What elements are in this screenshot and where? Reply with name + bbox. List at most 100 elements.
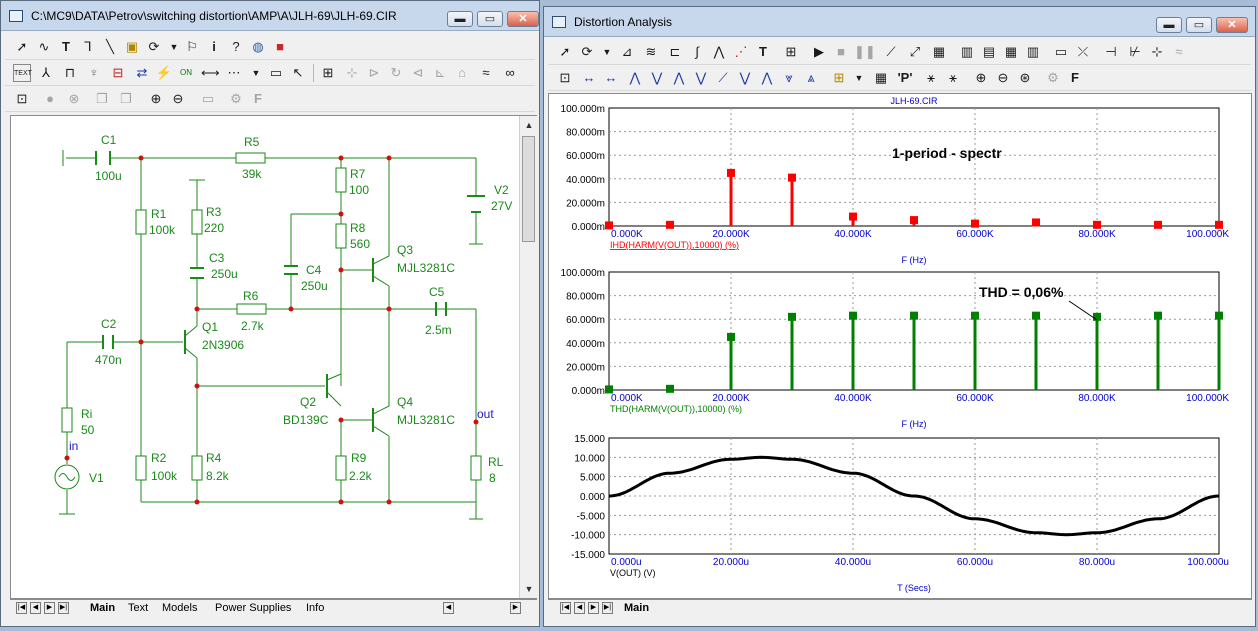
analysis-close-button[interactable]: ✕ bbox=[1216, 17, 1248, 33]
analysis-next-tab-icon[interactable]: ▶ bbox=[588, 602, 599, 614]
line-tool-icon[interactable]: ╲ bbox=[101, 38, 119, 56]
chart-icon[interactable]: ⊡ bbox=[556, 69, 574, 87]
max-icon[interactable]: ⋀ bbox=[758, 69, 776, 87]
dropdown-arrow-icon[interactable]: ▼ bbox=[165, 38, 183, 56]
dash-icon[interactable]: ⋰ bbox=[732, 43, 750, 61]
analysis-last-tab-icon[interactable]: ▶| bbox=[602, 602, 613, 614]
settings-icon[interactable]: ⚙ bbox=[227, 90, 245, 108]
hscroll-right-icon[interactable]: ▶ bbox=[510, 602, 521, 614]
tab-info[interactable]: Info bbox=[306, 601, 324, 616]
schematic-vscroll[interactable]: ▲ ▼ bbox=[519, 116, 537, 598]
stop-icon[interactable]: ● bbox=[41, 90, 59, 108]
grid-d-icon[interactable]: ▥ bbox=[1024, 43, 1042, 61]
folder-icon[interactable]: ▭ bbox=[199, 90, 217, 108]
schematic-titlebar[interactable]: C:\MC9\DATA\Petrov\switching distortion\… bbox=[1, 1, 539, 31]
minimize-button[interactable]: ▬ bbox=[447, 11, 473, 27]
text-tool-icon[interactable]: T bbox=[57, 38, 75, 56]
bend-wire-icon[interactable]: ⅂ bbox=[79, 38, 97, 56]
zoom-in-icon[interactable]: ⊕ bbox=[147, 90, 165, 108]
grid-icon[interactable]: ♆ bbox=[85, 64, 103, 82]
probe-icon[interactable]: ⚡ bbox=[155, 64, 173, 82]
diagonal-icon[interactable]: ⤢ bbox=[906, 43, 924, 61]
prev-tab-icon[interactable]: ◀ bbox=[30, 602, 41, 614]
swap-icon[interactable]: ⇄ bbox=[133, 64, 151, 82]
tag-icon[interactable]: ⊞ bbox=[830, 69, 848, 87]
cut-icon[interactable]: ⌂ bbox=[453, 64, 471, 82]
step-icon[interactable]: ⊾ bbox=[431, 64, 449, 82]
analysis-prev-tab-icon[interactable]: ◀ bbox=[574, 602, 585, 614]
peak-b-icon[interactable]: ⋀ bbox=[670, 69, 688, 87]
plot-e-icon[interactable]: ≈ bbox=[1170, 43, 1188, 61]
analysis-minimize-button[interactable]: ▬ bbox=[1156, 17, 1182, 33]
wire-icon[interactable]: ∿ bbox=[35, 38, 53, 56]
label-a-icon[interactable]: ⚹ bbox=[922, 69, 940, 87]
curve-icon[interactable]: ∫ bbox=[688, 43, 706, 61]
flag-icon[interactable]: ⚐ bbox=[183, 38, 201, 56]
bracket-icon[interactable]: ⊏ bbox=[666, 43, 684, 61]
analysis-text-icon[interactable]: T bbox=[754, 43, 772, 61]
stamp-icon[interactable]: ⊡ bbox=[13, 90, 31, 108]
next-tab-icon[interactable]: ▶ bbox=[44, 602, 55, 614]
analysis-dropdown-2-icon[interactable]: ▼ bbox=[850, 69, 868, 87]
rotate-icon[interactable]: ↻ bbox=[387, 64, 405, 82]
low-icon[interactable]: ⩔ bbox=[780, 69, 798, 87]
on-off-icon[interactable]: ON bbox=[177, 64, 195, 82]
schematic-canvas[interactable]: C1 100u R5 39k R7 100 V2 27V R1 100k R3 … bbox=[10, 115, 537, 599]
analysis-select-icon[interactable]: ➚ bbox=[556, 43, 574, 61]
stop-run-icon[interactable]: ■ bbox=[832, 43, 850, 61]
grid-a-icon[interactable]: ▥ bbox=[958, 43, 976, 61]
scale-icon[interactable]: ⊿ bbox=[618, 43, 636, 61]
hscroll-left-icon[interactable]: ◀ bbox=[443, 602, 454, 614]
node-numbers-icon[interactable]: ⅄ bbox=[37, 64, 55, 82]
pointer-icon[interactable]: ↖ bbox=[289, 64, 307, 82]
select-arrow-icon[interactable]: ➚ bbox=[13, 38, 31, 56]
mirror-icon[interactable]: ⊲ bbox=[409, 64, 427, 82]
analysis-tab-main[interactable]: Main bbox=[624, 601, 649, 616]
scroll-down-icon[interactable]: ▼ bbox=[522, 582, 536, 596]
tab-text[interactable]: Text bbox=[128, 601, 148, 616]
properties-icon[interactable]: ⊞ bbox=[319, 64, 337, 82]
analysis-settings-icon[interactable]: ⚙ bbox=[1044, 69, 1062, 87]
paste-icon[interactable]: ❐ bbox=[117, 90, 135, 108]
scroll-up-icon[interactable]: ▲ bbox=[522, 118, 536, 132]
pin-icon[interactable]: ⊓ bbox=[61, 64, 79, 82]
zoom-out-icon[interactable]: ⊖ bbox=[169, 90, 187, 108]
scroll-thumb[interactable] bbox=[522, 136, 535, 242]
analysis-maximize-button[interactable]: ▭ bbox=[1186, 17, 1212, 33]
analysis-first-tab-icon[interactable]: |◀ bbox=[560, 602, 571, 614]
slope-icon[interactable]: ⟋ bbox=[714, 69, 732, 87]
first-tab-icon[interactable]: |◀ bbox=[16, 602, 27, 614]
analysis-properties-icon[interactable]: ⊞ bbox=[782, 43, 800, 61]
color-icon[interactable]: ■ bbox=[271, 38, 289, 56]
line-icon[interactable]: ⟋ bbox=[882, 43, 900, 61]
grid-c-icon[interactable]: ▦ bbox=[1002, 43, 1020, 61]
help-icon[interactable]: ? bbox=[227, 38, 245, 56]
tab-main[interactable]: Main bbox=[90, 601, 115, 616]
label-b-icon[interactable]: ⚹ bbox=[944, 69, 962, 87]
analysis-zoom-in-icon[interactable]: ⊕ bbox=[972, 69, 990, 87]
analysis-grid-icon[interactable]: ▦ bbox=[930, 43, 948, 61]
tab-power-supplies[interactable]: Power Supplies bbox=[215, 601, 291, 616]
grid-b-icon[interactable]: ▤ bbox=[980, 43, 998, 61]
cancel-icon[interactable]: ⊗ bbox=[65, 90, 83, 108]
plot-a-icon[interactable]: ⤫ bbox=[1074, 43, 1092, 61]
valley-b-icon[interactable]: ⋁ bbox=[692, 69, 710, 87]
run-icon[interactable]: ▶ bbox=[810, 43, 828, 61]
plot-c-icon[interactable]: ⊬ bbox=[1126, 43, 1144, 61]
plot-d-icon[interactable]: ⊹ bbox=[1148, 43, 1166, 61]
voltage-icon[interactable]: ⊟ bbox=[109, 64, 127, 82]
maximize-button[interactable]: ▭ bbox=[477, 11, 503, 27]
analysis-shape-icon[interactable]: ⟳ bbox=[578, 43, 596, 61]
min-icon[interactable]: ⋁ bbox=[736, 69, 754, 87]
analysis-zoom-out-icon[interactable]: ⊖ bbox=[994, 69, 1012, 87]
cursor-b-icon[interactable]: ↔ bbox=[602, 69, 620, 87]
info-icon[interactable]: i bbox=[205, 38, 223, 56]
move-icon[interactable]: ⊹ bbox=[343, 64, 361, 82]
table-icon[interactable]: ▦ bbox=[872, 69, 890, 87]
dropdown-arrow-2-icon[interactable]: ▼ bbox=[247, 64, 265, 82]
pause-icon[interactable]: ❚❚ bbox=[854, 43, 876, 61]
high-icon[interactable]: ⩓ bbox=[802, 69, 820, 87]
zoom-fit-icon[interactable]: ⊛ bbox=[1016, 69, 1034, 87]
p-icon[interactable]: 'P' bbox=[896, 69, 914, 87]
binoculars-icon[interactable]: ∞ bbox=[501, 64, 519, 82]
